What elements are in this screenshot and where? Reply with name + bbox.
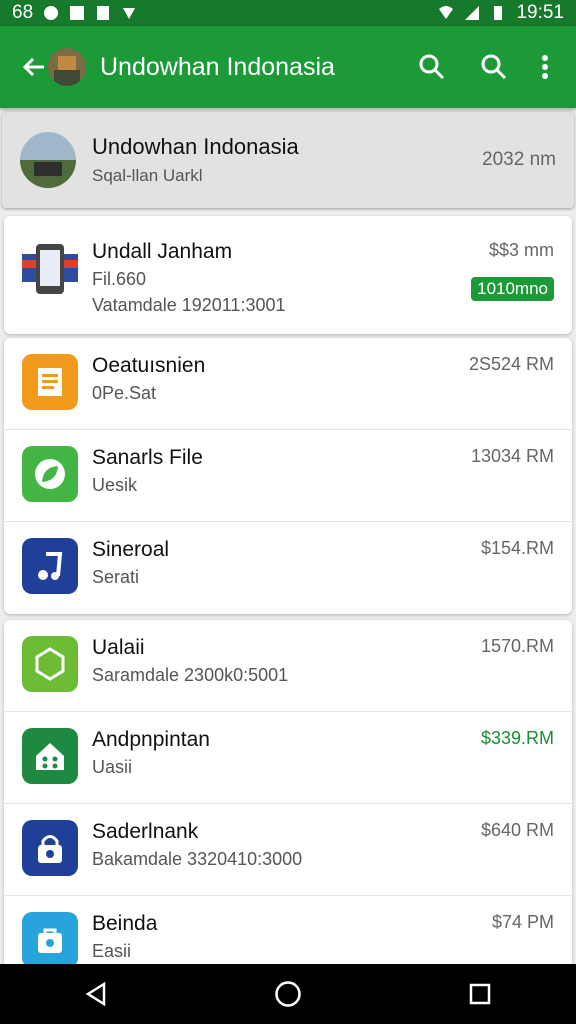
row-title: Sineroal xyxy=(92,538,170,561)
row-subtitle: Saramdale 2300k0:5001 xyxy=(92,665,289,685)
nav-home-button[interactable] xyxy=(258,964,318,1024)
row-amount: 1570.RM xyxy=(480,636,554,656)
row-title: Oeatuısnien xyxy=(92,354,206,377)
transaction-card-2: Oeatuısnien 0Pe.Sat 2S524 RM Sanarls Fil… xyxy=(4,338,572,614)
nav-back-button[interactable] xyxy=(66,964,126,1024)
list-item[interactable]: Sineroal Serati $154.RM xyxy=(4,522,572,614)
document-icon xyxy=(38,368,62,396)
row-amount: $640 RM xyxy=(480,820,554,840)
row-title: Sanarls File xyxy=(92,446,203,469)
row-title: Ualaii xyxy=(92,636,145,659)
status-left-text: 68 xyxy=(12,2,34,23)
row-icon xyxy=(22,728,78,784)
app-avatar xyxy=(48,48,86,86)
row-subtitle: Uasii xyxy=(92,757,133,777)
row-line3: Vatamdale 192011:3001 xyxy=(92,295,286,315)
system-nav-bar xyxy=(0,964,576,1024)
signal-icon xyxy=(465,6,480,20)
row-subtitle: 0Pe.Sat xyxy=(92,383,157,403)
row-subtitle: Uesik xyxy=(92,475,138,495)
row-amount: $339.RM xyxy=(480,728,554,748)
list-item[interactable]: Andpnpintan Uasii $339.RM xyxy=(4,712,572,804)
row-line2: Fil.660 xyxy=(92,269,147,289)
more-vert-icon xyxy=(542,55,548,79)
bag-icon xyxy=(38,928,62,953)
header-time: 2032 nm xyxy=(482,149,556,170)
transaction-card-1: Undall Janham Fil.660 Vatamdale 192011:3… xyxy=(4,216,572,334)
status-time: 19:51 xyxy=(516,2,564,23)
list-item[interactable]: Beinda Easii $74 PM xyxy=(4,896,572,970)
row-icon xyxy=(22,446,78,502)
overflow-menu-button[interactable] xyxy=(530,45,560,89)
search-button[interactable] xyxy=(410,45,454,89)
status-bar: 68 19:51 xyxy=(0,0,576,26)
row-title: Saderlnank xyxy=(92,820,199,843)
phone-list-icon xyxy=(22,244,78,294)
lock-icon xyxy=(38,835,62,863)
header-subtitle: Sqal-llan Uarkl xyxy=(92,166,203,185)
list-item[interactable]: Saderlnank Bakamdale 3320410:3000 $640 R… xyxy=(4,804,572,896)
back-arrow-icon xyxy=(22,57,44,77)
row-amount: $154.RM xyxy=(480,538,554,558)
music-note-icon xyxy=(38,552,63,580)
app-bar: Undowhan Indonasia xyxy=(0,26,576,108)
row-icon xyxy=(22,636,78,692)
row-subtitle: Easii xyxy=(92,941,132,961)
hexagon-icon xyxy=(35,647,65,681)
row-subtitle: Bakamdale 3320410:3000 xyxy=(92,849,303,869)
app-title: Undowhan Indonasia xyxy=(100,52,335,81)
row-title: Andpnpintan xyxy=(92,728,210,751)
calendar-icon xyxy=(97,6,110,20)
search-icon xyxy=(419,54,445,80)
list-item[interactable]: Oeatuısnien 0Pe.Sat 2S524 RM xyxy=(4,338,572,430)
back-button[interactable] xyxy=(16,49,52,85)
row-icon xyxy=(22,538,78,594)
header-avatar xyxy=(20,132,76,188)
home-icon xyxy=(36,743,64,770)
leaf-icon xyxy=(35,459,65,489)
row-icon xyxy=(22,820,78,876)
row-amount: 13034 RM xyxy=(470,446,554,466)
list-item[interactable]: Sanarls File Uesik 13034 RM xyxy=(4,430,572,522)
notification-icon xyxy=(44,6,59,20)
status-badge: 1010mno xyxy=(471,277,554,301)
nav-recents-button[interactable] xyxy=(450,964,510,1024)
row-amount: $$3 mm xyxy=(488,240,554,260)
nav-home-icon xyxy=(275,981,301,1007)
header-card[interactable]: Undowhan Indonasia Sqal-llan Uarkl 2032 … xyxy=(2,112,574,208)
location-icon xyxy=(123,8,136,19)
battery-icon xyxy=(494,6,503,20)
row-icon xyxy=(22,354,78,410)
row-icon xyxy=(22,912,78,968)
search-icon xyxy=(481,54,507,80)
row-amount: $74 PM xyxy=(491,912,554,932)
row-amount: 2S524 RM xyxy=(468,354,554,374)
list-item[interactable]: Ualaii Saramdale 2300k0:5001 1570.RM xyxy=(4,620,572,712)
search-button-2[interactable] xyxy=(472,45,516,89)
image-icon xyxy=(70,6,85,20)
wifi-icon xyxy=(439,6,454,19)
header-title: Undowhan Indonasia xyxy=(92,134,299,159)
row-title: Beinda xyxy=(92,912,158,935)
row-icon xyxy=(22,240,78,296)
nav-recents-icon xyxy=(469,983,491,1005)
nav-back-icon xyxy=(85,981,106,1007)
landscape-image-icon xyxy=(20,132,76,188)
transaction-card-3: Ualaii Saramdale 2300k0:5001 1570.RM And… xyxy=(4,620,572,970)
avatar-image-icon xyxy=(48,48,86,86)
row-subtitle: Serati xyxy=(92,567,140,587)
list-item[interactable]: Undall Janham Fil.660 Vatamdale 192011:3… xyxy=(4,216,572,334)
row-title: Undall Janham xyxy=(92,240,233,263)
